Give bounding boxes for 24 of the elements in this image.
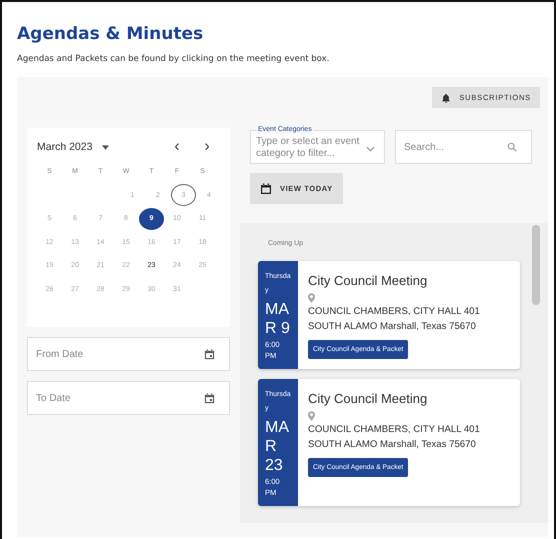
month-selector[interactable]: March 2023	[37, 141, 92, 153]
search-field[interactable]: Search...	[395, 130, 532, 164]
chevron-down-icon	[366, 146, 375, 152]
bell-icon	[441, 92, 452, 102]
event-location: COUNCIL CHAMBERS, CITY HALL 401 SOUTH ALAMO Marshall, Texas 75670	[308, 305, 481, 334]
previous-month-button[interactable]: ‹	[162, 139, 192, 155]
to-date-field[interactable]: To Date	[27, 381, 230, 415]
event-date: MAR 23	[265, 418, 290, 475]
location-pin-icon	[308, 411, 315, 421]
page-description: Agendas and Packets can be found by clicking on the meeting event box.	[17, 53, 330, 65]
calendar-icon	[204, 393, 215, 404]
event-title: City Council Meeting	[308, 273, 428, 289]
location-pin-icon	[308, 293, 315, 303]
calendar-icon	[260, 182, 272, 194]
caret-icon[interactable]	[102, 144, 110, 150]
event-title: City Council Meeting	[308, 391, 428, 407]
event-location: COUNCIL CHAMBERS, CITY HALL 401 SOUTH ALAMO Marshall, Texas 75670	[308, 423, 481, 452]
page-title: Agendas & Minutes	[17, 23, 204, 46]
event-date: MAR 9	[265, 300, 291, 338]
next-month-button[interactable]: ›	[192, 139, 222, 155]
from-date-field[interactable]: From Date	[27, 337, 230, 371]
calendar-icon	[204, 349, 215, 360]
scrollbar-thumb[interactable]	[532, 225, 540, 305]
search-icon	[507, 142, 517, 152]
